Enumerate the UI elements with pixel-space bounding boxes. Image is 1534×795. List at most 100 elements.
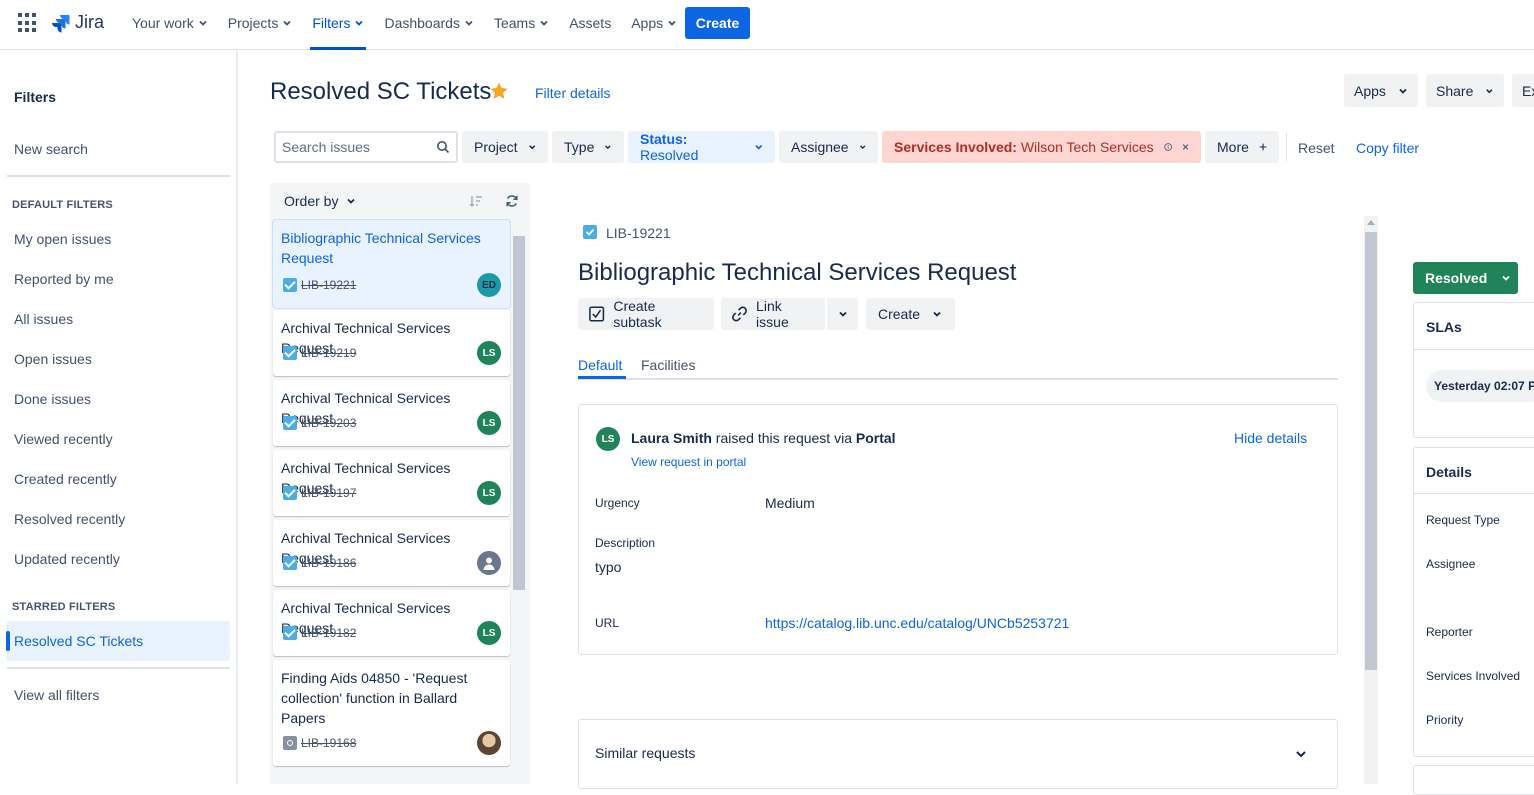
sidebar-item-created-recently[interactable]: Created recently [14,471,117,487]
description-label: Description [595,536,656,550]
tab-default[interactable]: Default [578,357,622,373]
nav-item-label: Apps [631,15,664,31]
sidebar-item-reported-by-me[interactable]: Reported by me [14,271,114,287]
share-button[interactable]: Share [1426,74,1504,107]
nav-item-label: Your work [132,15,194,31]
issue-card-key: LIB-19219 [301,346,357,360]
create-dropdown-label: Create [878,306,921,322]
tab-facilities[interactable]: Facilities [641,357,695,373]
sidebar-item-my-open-issues[interactable]: My open issues [14,231,111,247]
sidebar-item-viewed-recently[interactable]: Viewed recently [14,431,113,447]
task-type-icon [283,556,297,570]
services-involved-filter[interactable]: Services Involved: Wilson Tech Services [882,131,1201,163]
close-icon[interactable] [1182,141,1189,153]
create-dropdown-button[interactable]: Create [866,298,955,330]
star-icon[interactable] [489,81,509,101]
nav-item-label: Assets [569,15,612,31]
link-issue-dropdown[interactable] [827,298,858,330]
detail-scrollbar[interactable] [1365,232,1377,670]
link-issue-button[interactable]: Link issue [721,298,825,330]
issue-card-key: LIB-19186 [301,556,357,570]
hide-details-link[interactable]: Hide details [1234,430,1307,446]
issue-card[interactable]: Archival Technical Services Request LIB-1… [273,590,510,656]
sidebar-item-updated-recently[interactable]: Updated recently [14,551,120,567]
chevron-down-icon [1399,88,1407,94]
chevron-down-icon[interactable] [1294,747,1308,761]
more-filters-button[interactable]: More [1205,131,1279,163]
url-value-link[interactable]: https://catalog.lib.unc.edu/catalog/UNCb… [765,615,1069,631]
assignee-avatar: LS [477,621,501,645]
nav-item-your-work[interactable]: Your work [122,0,218,46]
field-services-involved: Services Involved [1426,669,1521,683]
slas-heading[interactable]: SLAs [1426,319,1462,335]
nav-item-apps[interactable]: Apps [621,0,687,46]
sidebar-item-done-issues[interactable]: Done issues [14,391,91,407]
link-issue-label: Link issue [756,298,789,330]
details-heading[interactable]: Details [1426,464,1472,480]
app-switcher-icon[interactable] [18,13,38,33]
status-filter[interactable]: Status: Resolved [628,131,775,163]
sidebar-item-resolved-sc-tickets[interactable]: Resolved SC Tickets [14,633,143,649]
order-by-dropdown[interactable]: Order by [284,193,356,209]
status-transition-button[interactable]: Resolved [1413,262,1518,294]
export-button[interactable]: Ex [1512,74,1534,107]
issue-card[interactable]: Archival Technical Services Request LIB-1… [273,450,510,516]
request-details-card: LS Laura Smith raised this request via P… [578,404,1338,655]
assignee-filter[interactable]: Assignee [779,131,878,163]
description-value: typo [595,559,622,575]
issue-card[interactable]: Finding Aids 04850 - 'Request collection… [273,660,510,766]
project-filter[interactable]: Project [462,131,548,163]
type-filter[interactable]: Type [552,131,624,163]
issue-card[interactable]: Archival Technical Services Request LIB-1… [273,380,510,446]
field-priority: Priority [1426,713,1464,727]
search-issues-input[interactable]: Search issues [274,131,458,163]
copy-filter-button[interactable]: Copy filter [1356,140,1419,156]
sidebar-item-view-all-filters[interactable]: View all filters [14,687,99,703]
nav-item-teams[interactable]: Teams [484,0,559,46]
sidebar-item-open-issues[interactable]: Open issues [14,351,92,367]
view-request-portal-link[interactable]: View request in portal [631,455,746,469]
more-fields-panel [1413,765,1534,795]
share-button-label: Share [1436,82,1474,99]
nav-item-assets[interactable]: Assets [559,0,621,46]
default-user-icon [483,557,495,570]
refresh-icon[interactable] [505,194,519,208]
issue-title[interactable]: Bibliographic Technical Services Request [578,259,1016,287]
raised-line: Laura Smith raised this request via Port… [631,430,896,446]
issue-card[interactable]: Archival Technical Services Request LIB-1… [273,520,510,586]
filters-sidebar: Filters New search DEFAULT FILTERS My op… [0,51,238,784]
create-button[interactable]: Create [685,7,750,39]
chevron-down-icon [933,311,941,317]
issue-card[interactable]: Bibliographic Technical Services Request… [273,220,510,308]
filter-details-link[interactable]: Filter details [535,85,610,101]
assignee-filter-label: Assignee [791,139,849,155]
create-subtask-button[interactable]: Create subtask [578,298,714,330]
task-type-icon [283,416,297,430]
list-scrollbar[interactable] [513,236,525,590]
similar-requests-section[interactable]: Similar requests [578,719,1338,789]
link-icon [732,306,747,322]
nav-item-dashboards[interactable]: Dashboards [374,0,484,46]
issue-card-key: LIB-19197 [301,486,357,500]
issue-card-title: Bibliographic Technical Services Request [281,230,481,266]
nav-item-projects[interactable]: Projects [218,0,303,46]
apps-button[interactable]: Apps [1344,74,1418,107]
field-reporter: Reporter [1426,625,1473,639]
top-navigation: Jira Your work Projects Filters Dashboards T… [0,0,1534,50]
reset-button[interactable]: Reset [1298,140,1335,156]
scroll-up-icon[interactable] [1367,219,1375,225]
services-filter-key: Services Involved: [894,139,1017,155]
sidebar-item-new-search[interactable]: New search [14,141,88,157]
chevron-down-icon [838,311,847,317]
issue-card[interactable]: Archival Technical Services Request LIB-1… [273,310,510,376]
info-icon[interactable] [1163,140,1172,154]
requester-name[interactable]: Laura Smith [631,430,712,446]
nav-item-filters[interactable]: Filters [302,0,374,50]
jira-logo[interactable]: Jira [50,12,104,33]
tabs-baseline [578,378,1338,380]
sidebar-item-resolved-recently[interactable]: Resolved recently [14,511,125,527]
task-type-icon [283,626,297,640]
sort-direction-icon[interactable] [469,194,483,208]
issue-key[interactable]: LIB-19221 [606,225,671,241]
sidebar-item-all-issues[interactable]: All issues [14,311,73,327]
